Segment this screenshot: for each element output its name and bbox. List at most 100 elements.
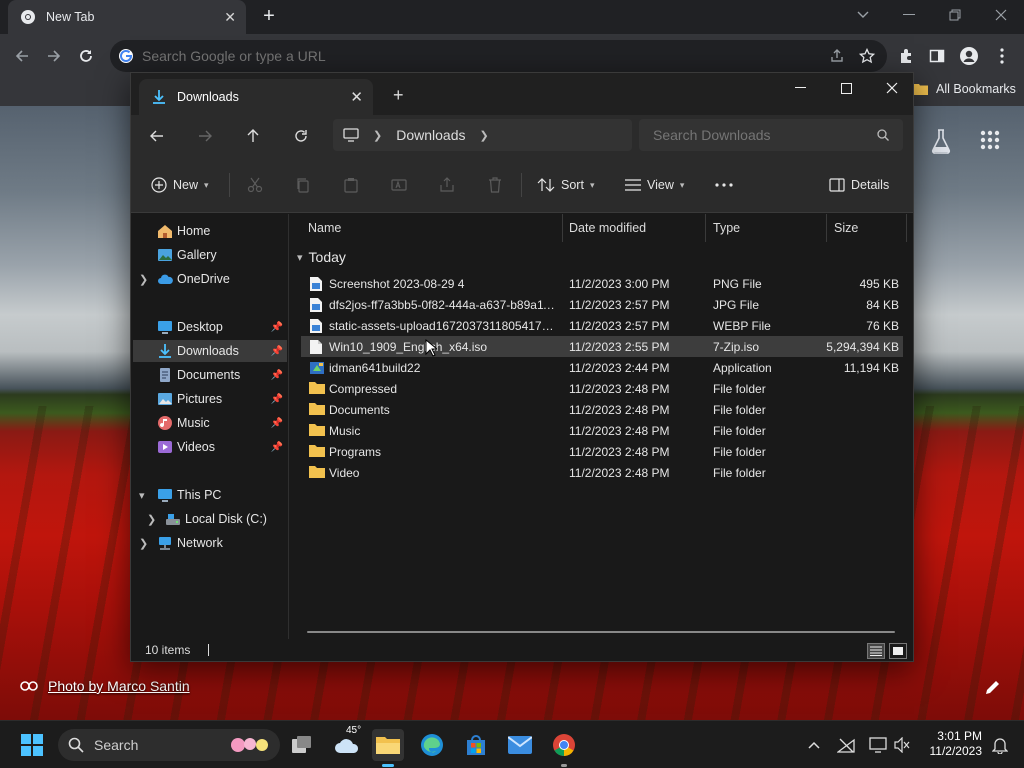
forward-icon[interactable] (189, 121, 221, 151)
edge-icon[interactable] (416, 729, 448, 761)
large-icons-view-icon[interactable] (889, 643, 907, 659)
forward-icon[interactable] (38, 40, 70, 72)
pin-icon[interactable]: 📌 (271, 442, 283, 453)
side-panel-icon[interactable] (921, 40, 953, 72)
start-windows-icon[interactable] (16, 729, 48, 761)
photo-credit-link[interactable]: Photo by Marco Santin (20, 678, 190, 694)
notification-bell-icon[interactable] (984, 729, 1016, 761)
address-bar[interactable]: ❯ Downloads ❯ (333, 119, 632, 151)
file-row[interactable]: dfs2jos-ff7a3bb5-0f82-444a-a637-b89a11..… (301, 294, 903, 315)
sort-button[interactable]: Sort ▾ (537, 171, 594, 199)
file-row[interactable]: Screenshot 2023-08-29 4 11/2/2023 3:00 P… (301, 273, 903, 294)
task-view-icon[interactable] (286, 729, 318, 761)
taskbar-clock[interactable]: 3:01 PM 11/2/2023 (920, 729, 983, 759)
pin-icon[interactable]: 📌 (271, 394, 283, 405)
browser-tab-new-tab[interactable]: New Tab ✕ (8, 0, 246, 34)
new-tab-button[interactable]: + (258, 6, 280, 28)
close-tab-icon[interactable]: ✕ (350, 88, 363, 106)
tray-chevron-up-icon[interactable] (798, 729, 830, 761)
nav-item-desktop[interactable]: Desktop 📌 (133, 316, 287, 338)
nav-item-home[interactable]: Home (133, 220, 287, 242)
view-button[interactable]: View ▾ (625, 171, 684, 199)
pin-icon[interactable]: 📌 (271, 346, 283, 357)
browser-restore-button[interactable] (932, 0, 978, 30)
nav-item-pictures[interactable]: Pictures 📌 (133, 388, 287, 410)
column-header-name[interactable]: Name (301, 214, 563, 242)
horizontal-scrollbar[interactable] (307, 631, 895, 633)
rename-icon[interactable] (391, 171, 407, 199)
omnibox[interactable] (110, 40, 887, 72)
pin-icon[interactable]: 📌 (271, 322, 283, 333)
column-header-size[interactable]: Size (827, 214, 907, 242)
explorer-minimize-button[interactable] (777, 73, 823, 103)
search-box[interactable] (639, 119, 903, 151)
file-row[interactable]: idman641build22 11/2/2023 2:44 PM Applic… (301, 357, 903, 378)
nav-item-music[interactable]: Music 📌 (133, 412, 287, 434)
share-icon[interactable] (829, 48, 845, 64)
nav-item-network[interactable]: ❯ Network (133, 532, 287, 554)
extensions-icon[interactable] (890, 40, 922, 72)
nav-item-downloads[interactable]: Downloads 📌 (133, 340, 287, 362)
weather-widget[interactable]: 45° (330, 725, 364, 761)
chevron-down-icon[interactable]: ▾ (139, 489, 145, 502)
chevron-right-icon[interactable]: ❯ (479, 129, 488, 142)
explorer-maximize-button[interactable] (823, 73, 869, 103)
refresh-icon[interactable] (285, 121, 317, 151)
chevron-right-icon[interactable]: ❯ (373, 129, 382, 142)
explorer-close-button[interactable] (869, 73, 915, 103)
nav-item-this-pc[interactable]: ▾ This PC (133, 484, 287, 506)
search-input[interactable] (653, 127, 877, 143)
cut-icon[interactable] (247, 171, 263, 199)
group-header-today[interactable]: ▾ Today (297, 249, 346, 265)
nav-item-onedrive[interactable]: ❯ OneDrive (133, 268, 287, 290)
tab-search-icon[interactable] (840, 0, 886, 30)
folder-row[interactable]: Compressed 11/2/2023 2:48 PM File folder (301, 378, 903, 399)
nav-item-videos[interactable]: Videos 📌 (133, 436, 287, 458)
pin-icon[interactable]: 📌 (271, 418, 283, 429)
folder-row[interactable]: Music 11/2/2023 2:48 PM File folder (301, 420, 903, 441)
nav-item-documents[interactable]: Documents 📌 (133, 364, 287, 386)
nav-item-gallery[interactable]: Gallery (133, 244, 287, 266)
microsoft-store-icon[interactable] (460, 729, 492, 761)
folder-row[interactable]: Video 11/2/2023 2:48 PM File folder (301, 462, 903, 483)
taskbar-search[interactable]: Search (58, 729, 280, 761)
column-header-date-modified[interactable]: Date modified (562, 214, 706, 242)
details-view-icon[interactable] (867, 643, 885, 659)
file-explorer-taskbar-icon[interactable] (372, 729, 404, 767)
explorer-tab-downloads[interactable]: Downloads ✕ (139, 79, 373, 115)
new-button[interactable]: New ▾ (151, 171, 209, 199)
back-icon[interactable] (141, 121, 173, 151)
volume-muted-icon[interactable] (886, 729, 918, 761)
reload-icon[interactable] (70, 40, 102, 72)
breadcrumb-downloads[interactable]: Downloads (396, 127, 465, 143)
chrome-labs-icon[interactable] (930, 128, 952, 154)
more-options-icon[interactable] (715, 171, 733, 199)
all-bookmarks-button[interactable]: All Bookmarks (914, 82, 1016, 96)
paste-icon[interactable] (343, 171, 359, 199)
bookmark-star-icon[interactable] (859, 48, 875, 64)
file-row-selected[interactable]: Win10_1909_English_x64.iso 11/2/2023 2:5… (301, 336, 903, 357)
details-button[interactable]: Details (829, 171, 889, 199)
pin-icon[interactable]: 📌 (271, 370, 283, 381)
back-icon[interactable] (6, 40, 38, 72)
explorer-new-tab-button[interactable]: + (393, 85, 404, 106)
delete-icon[interactable] (487, 171, 503, 199)
close-tab-icon[interactable]: ✕ (224, 9, 236, 26)
profile-avatar-icon[interactable] (953, 40, 985, 72)
customize-pencil-icon[interactable] (980, 676, 1004, 700)
folder-row[interactable]: Programs 11/2/2023 2:48 PM File folder (301, 441, 903, 462)
chrome-taskbar-icon[interactable] (548, 729, 580, 767)
folder-row[interactable]: Documents 11/2/2023 2:48 PM File folder (301, 399, 903, 420)
share-icon[interactable] (439, 171, 455, 199)
up-arrow-icon[interactable] (237, 121, 269, 151)
browser-minimize-button[interactable] (886, 0, 932, 30)
network-offline-icon[interactable] (830, 729, 862, 761)
mail-icon[interactable] (504, 729, 536, 761)
file-row[interactable]: static-assets-upload1672037311805417329 … (301, 315, 903, 336)
browser-menu-icon[interactable] (986, 40, 1018, 72)
nav-item-local-disk[interactable]: ❯ Local Disk (C:) (133, 508, 287, 530)
google-apps-icon[interactable] (980, 130, 1000, 150)
browser-close-button[interactable] (978, 0, 1024, 30)
chevron-right-icon[interactable]: ❯ (139, 537, 148, 550)
chevron-down-icon[interactable]: ▾ (297, 251, 303, 264)
